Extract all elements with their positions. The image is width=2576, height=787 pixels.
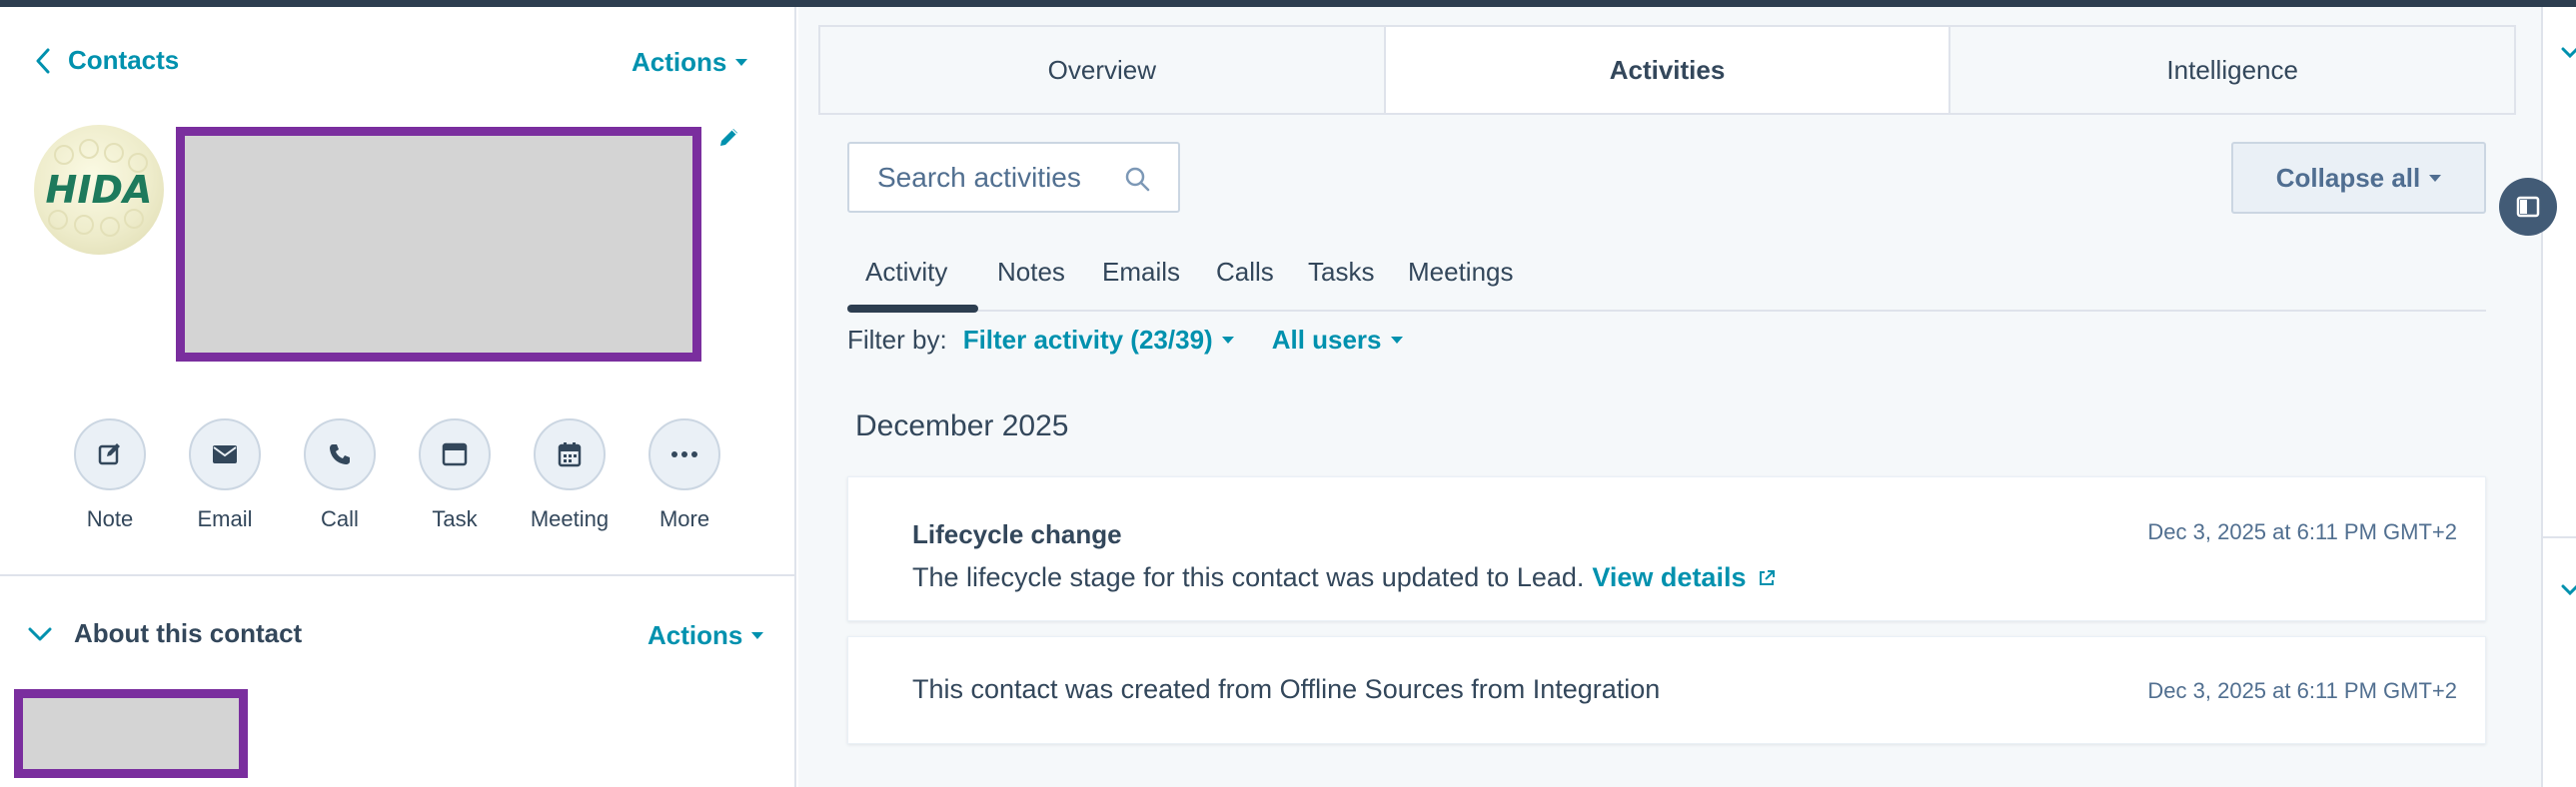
top-bar — [0, 0, 2576, 7]
email-icon — [213, 445, 237, 463]
caret-down-icon — [735, 59, 748, 66]
subtab-emails[interactable]: Emails — [1102, 257, 1180, 288]
quick-action-more[interactable]: More — [644, 418, 724, 532]
caret-down-icon — [751, 632, 764, 639]
collapse-all-button[interactable]: Collapse all — [2231, 142, 2486, 214]
filter-activity-dropdown[interactable]: Filter activity (23/39) — [963, 325, 1234, 356]
quick-action-email[interactable]: Email — [185, 418, 265, 532]
task-button[interactable] — [419, 418, 491, 490]
about-actions-dropdown[interactable]: Actions — [647, 620, 764, 651]
subtab-meetings[interactable]: Meetings — [1408, 257, 1514, 288]
subtab-notes[interactable]: Notes — [997, 257, 1065, 288]
redacted-contact-name — [176, 127, 701, 362]
activity-card-created[interactable]: This contact was created from Offline So… — [847, 636, 2486, 744]
quick-action-task[interactable]: Task — [415, 418, 495, 532]
chevron-down-icon[interactable] — [2561, 47, 2576, 59]
contact-sidebar: Contacts Actions HIDA Note Email Call Ta… — [0, 7, 796, 787]
back-link-label: Contacts — [68, 45, 180, 75]
caret-down-icon — [1221, 337, 1234, 344]
search-activities-input[interactable]: Search activities — [847, 142, 1180, 213]
phone-icon — [330, 444, 350, 464]
chevron-left-icon — [36, 48, 50, 73]
subtab-tasks[interactable]: Tasks — [1308, 257, 1374, 288]
tab-overview[interactable]: Overview — [820, 27, 1386, 113]
more-label: More — [658, 506, 710, 531]
back-to-contacts-link[interactable]: Contacts — [36, 45, 179, 76]
call-button[interactable] — [304, 418, 376, 490]
month-header: December 2025 — [855, 409, 1069, 442]
right-sidebar — [2541, 7, 2576, 787]
activity-title: Lifecycle change — [912, 519, 1122, 549]
chevron-down-icon — [28, 627, 52, 640]
activity-timestamp: Dec 3, 2025 at 6:11 PM GMT+2 — [2147, 678, 2457, 703]
more-button[interactable] — [648, 418, 720, 490]
about-actions-label: Actions — [647, 620, 743, 650]
caret-down-icon — [2429, 174, 2442, 182]
svg-text:HIDA: HIDA — [46, 168, 153, 212]
view-details-label: View details — [1592, 562, 1747, 592]
activity-card-lifecycle[interactable]: Lifecycle change Dec 3, 2025 at 6:11 PM … — [847, 476, 2486, 621]
chevron-down-icon[interactable] — [2561, 584, 2576, 596]
external-link-icon — [1760, 569, 1776, 585]
calendar-icon — [558, 442, 582, 467]
search-placeholder: Search activities — [877, 161, 1081, 193]
activity-panel: Overview Activities Intelligence Search … — [798, 7, 2541, 787]
tab-activities[interactable]: Activities — [1385, 27, 1951, 113]
record-tabs: Overview Activities Intelligence — [818, 25, 2516, 115]
subtab-calls[interactable]: Calls — [1216, 257, 1274, 288]
quick-action-note[interactable]: Note — [70, 418, 150, 532]
redacted-contact-field — [14, 689, 248, 778]
filter-row: Filter by: Filter activity (23/39) All u… — [847, 325, 1441, 356]
quick-action-call[interactable]: Call — [300, 418, 380, 532]
section-divider — [0, 574, 796, 576]
panel-icon — [2516, 196, 2540, 218]
email-button[interactable] — [189, 418, 261, 490]
caret-down-icon — [1390, 337, 1403, 344]
meeting-button[interactable] — [534, 418, 606, 490]
all-users-dropdown[interactable]: All users — [1272, 325, 1403, 356]
tab-intelligence[interactable]: Intelligence — [1950, 27, 2515, 113]
header-actions-dropdown[interactable]: Actions — [632, 47, 748, 78]
activity-description: The lifecycle stage for this contact was… — [912, 562, 1585, 592]
filter-activity-label: Filter activity (23/39) — [962, 325, 1213, 355]
activity-body: The lifecycle stage for this contact was… — [912, 562, 1776, 593]
edit-pencil-icon[interactable] — [717, 125, 741, 154]
filter-by-label: Filter by: — [847, 325, 947, 355]
sidebar-toggle-button[interactable] — [2499, 178, 2557, 236]
view-details-link[interactable]: View details — [1592, 562, 1776, 593]
note-button[interactable] — [74, 418, 146, 490]
activity-timestamp: Dec 3, 2025 at 6:11 PM GMT+2 — [2147, 519, 2457, 544]
subtab-activity[interactable]: Activity — [865, 257, 947, 288]
collapse-all-label: Collapse all — [2275, 162, 2421, 193]
right-sidebar-divider — [2541, 536, 2576, 538]
actions-label: Actions — [632, 47, 727, 77]
active-subtab-indicator — [847, 305, 978, 313]
search-icon — [1125, 167, 1150, 192]
all-users-label: All users — [1271, 325, 1382, 355]
more-icon — [671, 451, 697, 457]
note-icon — [98, 443, 120, 465]
company-logo: HIDA — [34, 125, 164, 255]
about-contact-title: About this contact — [74, 618, 303, 648]
activity-subtabs: Activity Notes Emails Calls Tasks Meetin… — [847, 245, 2486, 313]
activity-description: This contact was created from Offline So… — [912, 674, 1661, 704]
quick-action-meeting[interactable]: Meeting — [530, 418, 610, 532]
about-contact-toggle[interactable]: About this contact — [28, 618, 302, 649]
task-icon — [442, 442, 468, 466]
